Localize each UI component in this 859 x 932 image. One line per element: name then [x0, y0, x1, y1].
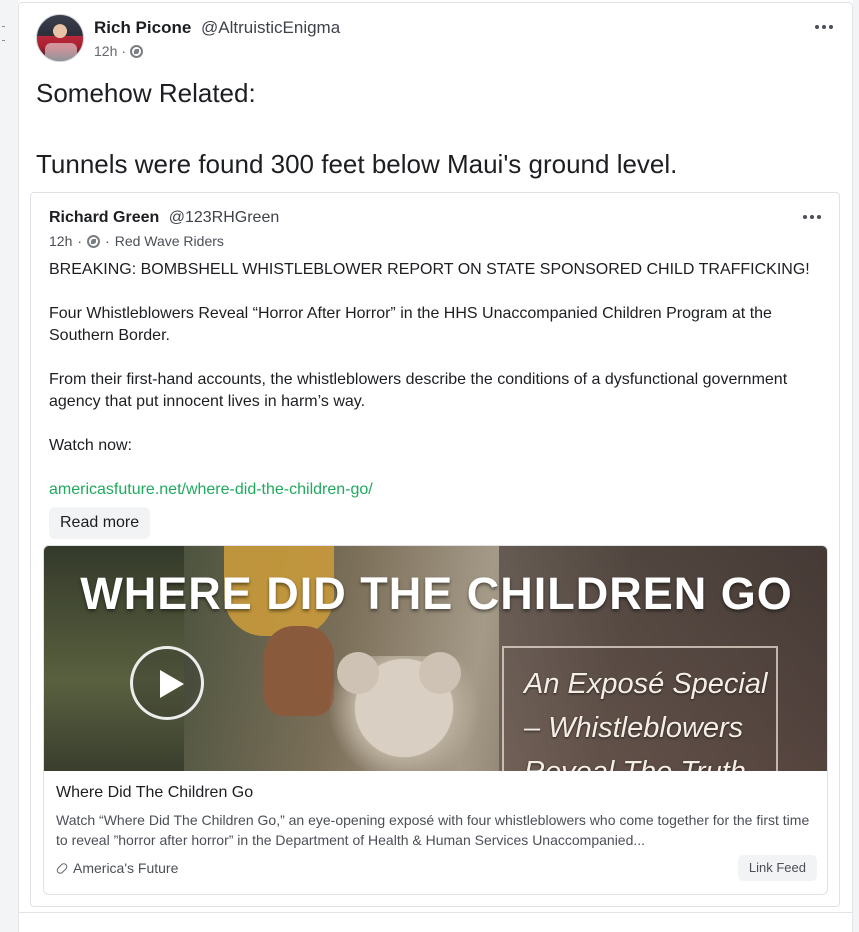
preview-description: Watch “Where Did The Children Go,” an ey… [56, 812, 810, 848]
meta-separator: · [121, 43, 127, 59]
author-name[interactable]: Rich Picone [94, 18, 191, 37]
shared-time[interactable]: 12h [49, 233, 72, 249]
gutter-mark [2, 40, 5, 41]
shared-author-line: Richard Green @123RHGreen [49, 209, 279, 227]
shared-paragraph: Four Whistleblowers Reveal “Horror After… [49, 305, 772, 344]
preview-source-name: America's Future [73, 860, 179, 876]
preview-source: America's Future [55, 860, 179, 876]
shared-paragraph: From their first-hand accounts, the whis… [49, 371, 788, 410]
thumbnail-subtitle: An Exposé Special [524, 668, 768, 700]
post-text-line-2: Tunnels were found 300 feet below Maui's… [36, 149, 678, 179]
teddy-bear-image [329, 652, 479, 771]
shared-meta: 12h · · Red Wave Riders [49, 233, 224, 249]
shared-paragraph: Watch now: [49, 437, 132, 454]
thumbnail-subtitle: Reveal The Truth [524, 756, 746, 771]
more-options-icon[interactable] [815, 25, 833, 29]
link-preview-card[interactable]: WHERE DID THE CHILDREN GO An Exposé Spec… [43, 545, 828, 895]
more-options-icon[interactable] [803, 215, 821, 219]
divider [18, 912, 853, 913]
shared-paragraph: BREAKING: BOMBSHELL WHISTLEBLOWER REPORT… [49, 261, 810, 278]
post-meta: 12h · [94, 43, 144, 59]
thumbnail-frame [502, 646, 778, 771]
link-feed-button[interactable]: Link Feed [737, 855, 817, 881]
play-icon[interactable] [130, 646, 204, 720]
post-time[interactable]: 12h [94, 43, 117, 59]
thumbnail-title: WHERE DID THE CHILDREN GO [80, 568, 793, 619]
article-link[interactable]: americasfuture.net/where-did-the-childre… [49, 481, 373, 499]
left-gutter [0, 0, 18, 932]
globe-icon [87, 234, 101, 248]
preview-title[interactable]: Where Did The Children Go [56, 784, 253, 802]
thumbnail-subtitle: – Whistleblowers [524, 712, 744, 744]
meta-separator: · [105, 233, 110, 249]
shared-group[interactable]: Red Wave Riders [115, 233, 224, 249]
shared-post-card: Richard Green @123RHGreen 12h · · Red Wa… [30, 192, 840, 907]
preview-thumbnail[interactable]: WHERE DID THE CHILDREN GO An Exposé Spec… [44, 546, 827, 771]
author-avatar[interactable] [36, 14, 84, 62]
thumbnail-figure [264, 626, 334, 716]
link-icon [55, 861, 69, 875]
shared-author-name[interactable]: Richard Green [49, 209, 159, 226]
meta-separator: · [77, 233, 83, 249]
globe-icon [130, 44, 144, 58]
shared-author-handle[interactable]: @123RHGreen [169, 209, 280, 226]
gutter-mark [2, 26, 5, 27]
post-author-line: Rich Picone @AltruisticEnigma [94, 18, 340, 38]
right-gutter [853, 0, 859, 932]
read-more-button[interactable]: Read more [49, 507, 151, 539]
post-text-line-1: Somehow Related: [36, 78, 256, 108]
author-handle[interactable]: @AltruisticEnigma [201, 18, 340, 37]
